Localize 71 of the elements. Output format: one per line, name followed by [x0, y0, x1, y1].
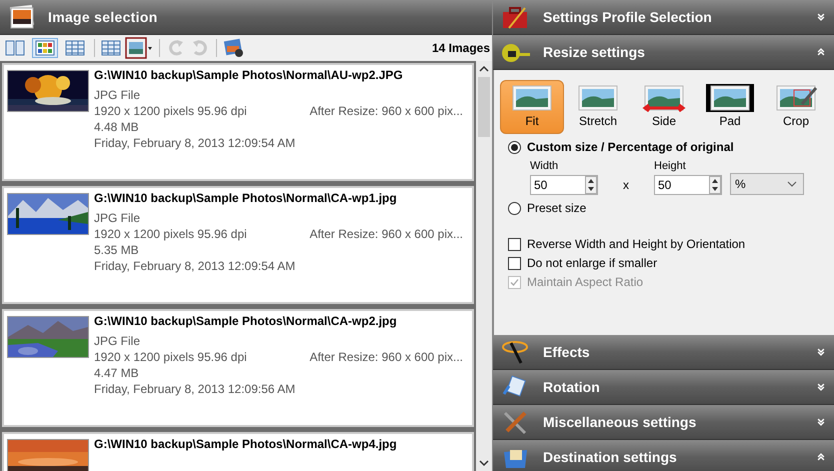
photo-stack-icon	[8, 4, 36, 30]
height-field[interactable]: 50	[654, 175, 722, 195]
file-size: 4.47 MB	[94, 366, 140, 380]
panel-title: Image selection	[48, 9, 158, 25]
resize-mode-button[interactable]: Stretch	[566, 80, 630, 134]
spin-arrows-icon[interactable]	[585, 176, 597, 194]
scrollbar[interactable]	[476, 61, 492, 471]
resize-mode-button[interactable]: Pad	[698, 80, 762, 134]
table-icon[interactable]	[101, 40, 121, 56]
image-card[interactable]: G:\WIN10 backup\Sample Photos\Normal\CA-wp2.jpg JPG File 1920 x 1200 pixels 95.96 dpi After Resize: 960 x 600 pix... 4.47 MB Friday, February 8, 2013 12:09:56 AM	[2, 309, 474, 427]
section-header[interactable]: Destination settings	[493, 440, 834, 471]
file-type: JPG File	[94, 88, 142, 102]
scroll-down-icon[interactable]	[479, 459, 489, 467]
file-size: 4.48 MB	[94, 120, 140, 134]
file-date: Friday, February 8, 2013 12:09:54 AM	[94, 259, 296, 273]
resize-mode-button[interactable]: Fit	[500, 80, 564, 134]
image-dimensions: 1920 x 1200 pixels 95.96 dpi	[94, 227, 247, 241]
view-mode-button[interactable]	[32, 38, 58, 58]
file-type: JPG File	[94, 211, 142, 225]
chevron-down-icon	[787, 181, 797, 187]
radio-label[interactable]: Preset size	[527, 201, 586, 215]
height-label: Height	[654, 160, 687, 172]
collapse-icon[interactable]	[816, 452, 826, 462]
file-path: G:\WIN10 backup\Sample Photos\Normal\CA-wp1.jpg	[94, 191, 398, 205]
spin-arrows-icon[interactable]	[709, 176, 721, 194]
checkbox-label[interactable]: Reverse Width and Height by Orientation	[527, 237, 746, 251]
expand-icon[interactable]	[816, 382, 826, 392]
file-type: JPG File	[94, 334, 142, 348]
image-card[interactable]: G:\WIN10 backup\Sample Photos\Normal\AU-wp2.JPG JPG File 1920 x 1200 pixels 95.96 dpi After Resize: 960 x 600 pix... 4.48 MB Friday, February 8, 2013 12:09:54 AM	[2, 63, 474, 181]
file-path: G:\WIN10 backup\Sample Photos\Normal\AU-wp2.JPG	[94, 68, 404, 82]
section-header[interactable]: Resize settings	[493, 35, 834, 70]
section-header[interactable]: Rotation	[493, 370, 834, 405]
resize-result: After Resize: 960 x 600 pix...	[310, 350, 463, 364]
scroll-up-icon[interactable]	[479, 65, 489, 73]
expand-icon[interactable]	[816, 347, 826, 357]
checkbox[interactable]	[508, 256, 521, 270]
side-arrow-icon	[640, 84, 688, 112]
file-size: 5.35 MB	[94, 243, 140, 257]
scroll-thumb[interactable]	[478, 77, 490, 137]
unit-dropdown[interactable]: %	[730, 173, 804, 195]
resize-result: After Resize: 960 x 600 pix...	[310, 227, 463, 241]
radio-button[interactable]	[508, 202, 521, 214]
file-date: Friday, February 8, 2013 12:09:56 AM	[94, 382, 296, 396]
image-count: 14 Images	[432, 41, 490, 55]
times-sign: x	[622, 178, 630, 194]
image-dimensions: 1920 x 1200 pixels 95.96 dpi	[94, 350, 247, 364]
radio-label[interactable]: Custom size / Percentage of original	[527, 140, 734, 154]
image-edit-icon[interactable]	[223, 37, 245, 59]
image-card[interactable]: G:\WIN10 backup\Sample Photos\Normal\CA-wp4.jpg	[2, 432, 474, 471]
radio-button[interactable]	[508, 140, 521, 154]
resize-mode-button[interactable]: Side	[632, 80, 696, 134]
file-path: G:\WIN10 backup\Sample Photos\Normal\CA-wp4.jpg	[94, 437, 398, 451]
padded-image-icon	[706, 84, 754, 112]
image-dropdown-icon[interactable]	[125, 37, 153, 59]
file-date: Friday, February 8, 2013 12:09:54 AM	[94, 136, 296, 150]
file-path: G:\WIN10 backup\Sample Photos\Normal\CA-wp2.jpg	[94, 314, 398, 328]
magic-wand-icon	[501, 339, 531, 365]
section-header[interactable]: Miscellaneous settings	[493, 405, 834, 440]
resize-result: After Resize: 960 x 600 pix...	[310, 104, 463, 118]
section-header[interactable]: Settings Profile Selection	[493, 0, 834, 35]
checkbox[interactable]	[508, 238, 521, 250]
width-label: Width	[530, 160, 560, 172]
expand-icon[interactable]	[816, 417, 826, 427]
width-field[interactable]: 50	[530, 175, 598, 195]
checkbox-label[interactable]: Do not enlarge if smaller	[527, 256, 658, 270]
resize-mode-button[interactable]: Crop	[764, 80, 828, 134]
image-card[interactable]: G:\WIN10 backup\Sample Photos\Normal\CA-wp1.jpg JPG File 1920 x 1200 pixels 95.96 dpi After Resize: 960 x 600 pix... 5.35 MB Friday, February 8, 2013 12:09:54 AM	[2, 186, 474, 304]
collapse-icon[interactable]	[816, 47, 826, 57]
section-header[interactable]: Effects	[493, 335, 834, 370]
expand-icon[interactable]	[816, 12, 826, 22]
image-dimensions: 1920 x 1200 pixels 95.96 dpi	[94, 104, 247, 118]
